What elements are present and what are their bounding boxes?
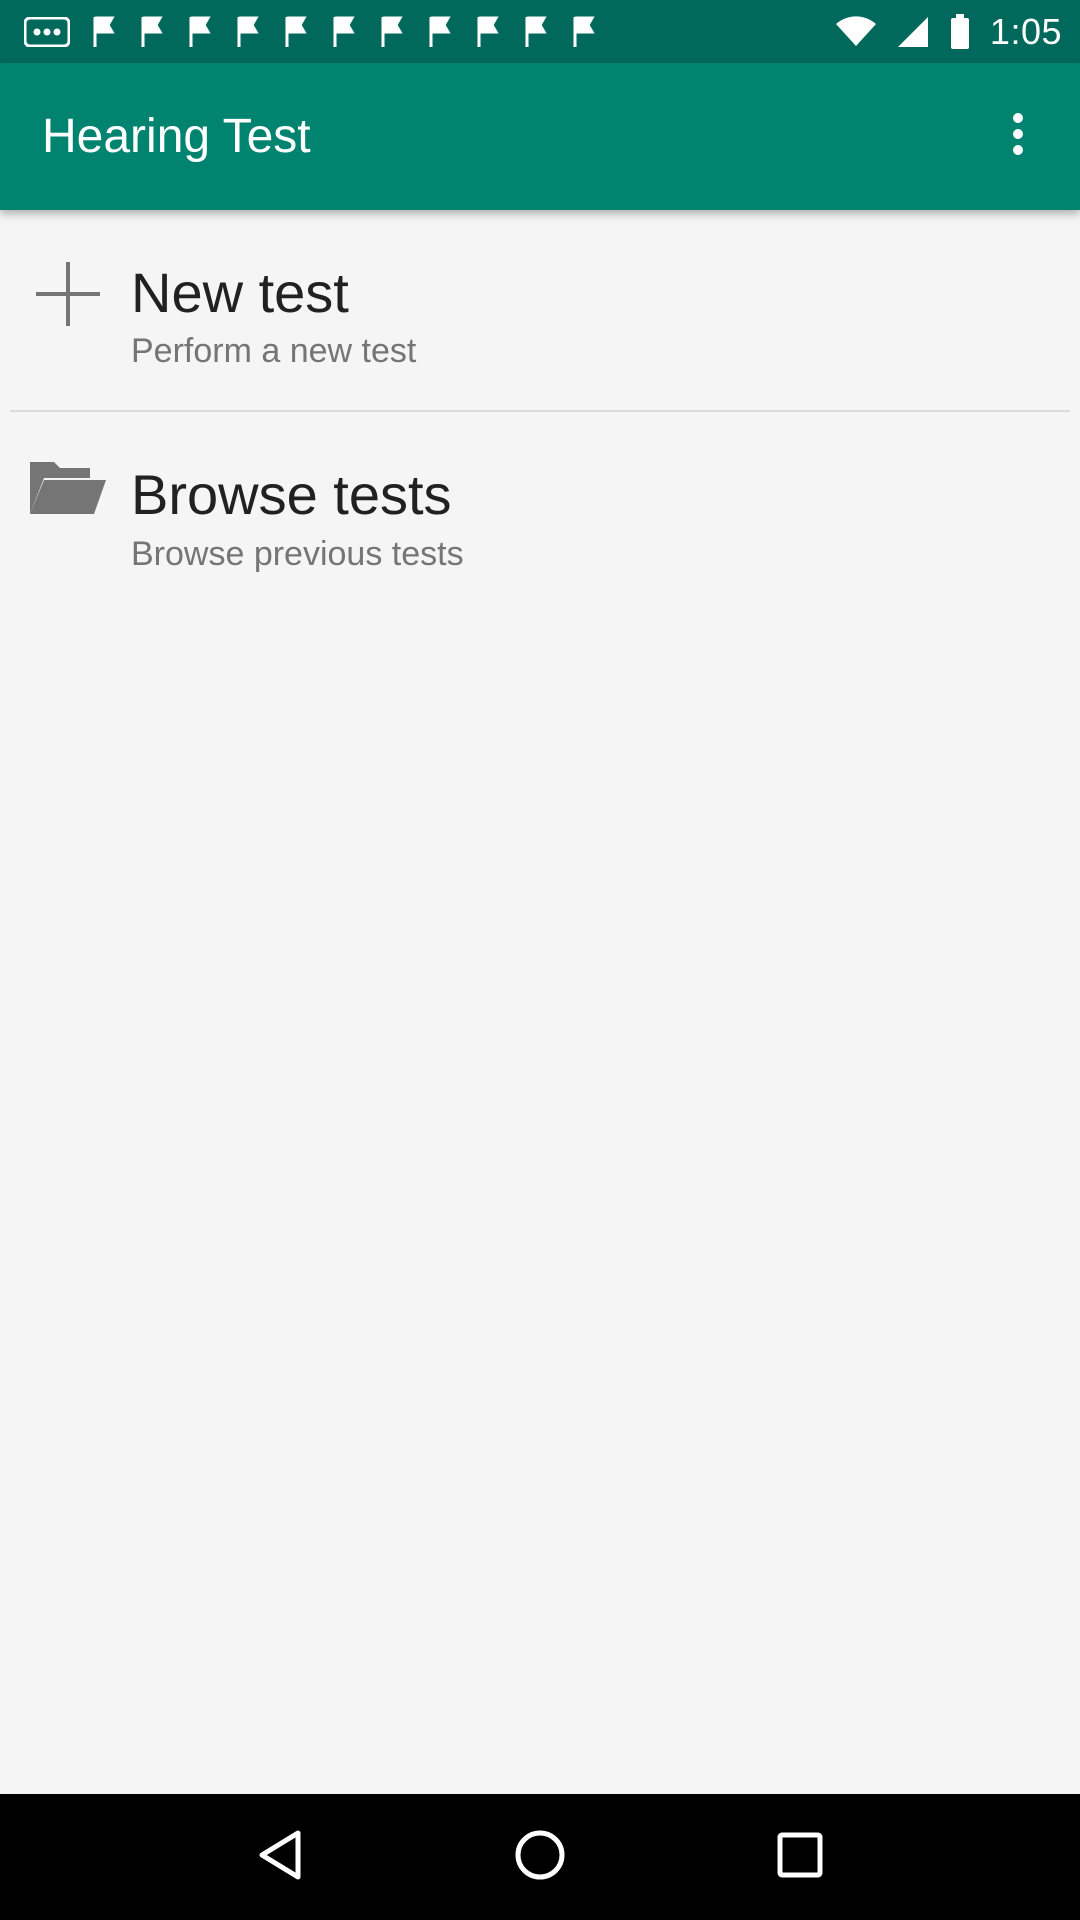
menu-list: New test Perform a new test Browse tests… bbox=[0, 210, 1080, 1794]
flag-icon bbox=[524, 15, 550, 49]
back-icon bbox=[258, 1830, 302, 1885]
signal-icon bbox=[896, 15, 930, 49]
navigation-bar bbox=[0, 1794, 1080, 1920]
status-bar: 1:05 bbox=[0, 0, 1080, 63]
flag-icon bbox=[380, 15, 406, 49]
folder-icon bbox=[28, 458, 108, 518]
system-status-area: 1:05 bbox=[835, 10, 1062, 53]
home-icon bbox=[514, 1829, 566, 1886]
new-test-subtitle: Perform a new test bbox=[131, 332, 417, 370]
flag-icon bbox=[92, 15, 118, 49]
flag-icon bbox=[332, 15, 358, 49]
flag-icon bbox=[572, 15, 598, 49]
app-bar: Hearing Test bbox=[0, 63, 1080, 210]
battery-icon bbox=[950, 13, 970, 50]
recents-icon bbox=[777, 1832, 823, 1883]
browse-tests-subtitle: Browse previous tests bbox=[131, 535, 464, 573]
recents-button[interactable] bbox=[760, 1817, 840, 1897]
more-icon bbox=[24, 16, 70, 47]
browse-tests-item[interactable]: Browse tests Browse previous tests bbox=[0, 412, 1080, 612]
flag-icon bbox=[428, 15, 454, 49]
wifi-icon bbox=[835, 15, 876, 48]
flag-icon bbox=[284, 15, 310, 49]
overflow-menu-button[interactable] bbox=[986, 105, 1050, 169]
home-button[interactable] bbox=[500, 1817, 580, 1897]
flag-icon bbox=[140, 15, 166, 49]
new-test-title: New test bbox=[131, 261, 349, 324]
plus-icon bbox=[36, 262, 100, 326]
browse-tests-title: Browse tests bbox=[131, 463, 452, 526]
flag-icon bbox=[236, 15, 262, 49]
back-button[interactable] bbox=[240, 1817, 320, 1897]
flag-icon bbox=[188, 15, 214, 49]
flag-icon bbox=[476, 15, 502, 49]
notification-area bbox=[24, 0, 598, 63]
page-title: Hearing Test bbox=[42, 110, 311, 163]
new-test-item[interactable]: New test Perform a new test bbox=[0, 210, 1080, 412]
more-vert-icon bbox=[1012, 113, 1024, 160]
status-time: 1:05 bbox=[989, 10, 1062, 52]
